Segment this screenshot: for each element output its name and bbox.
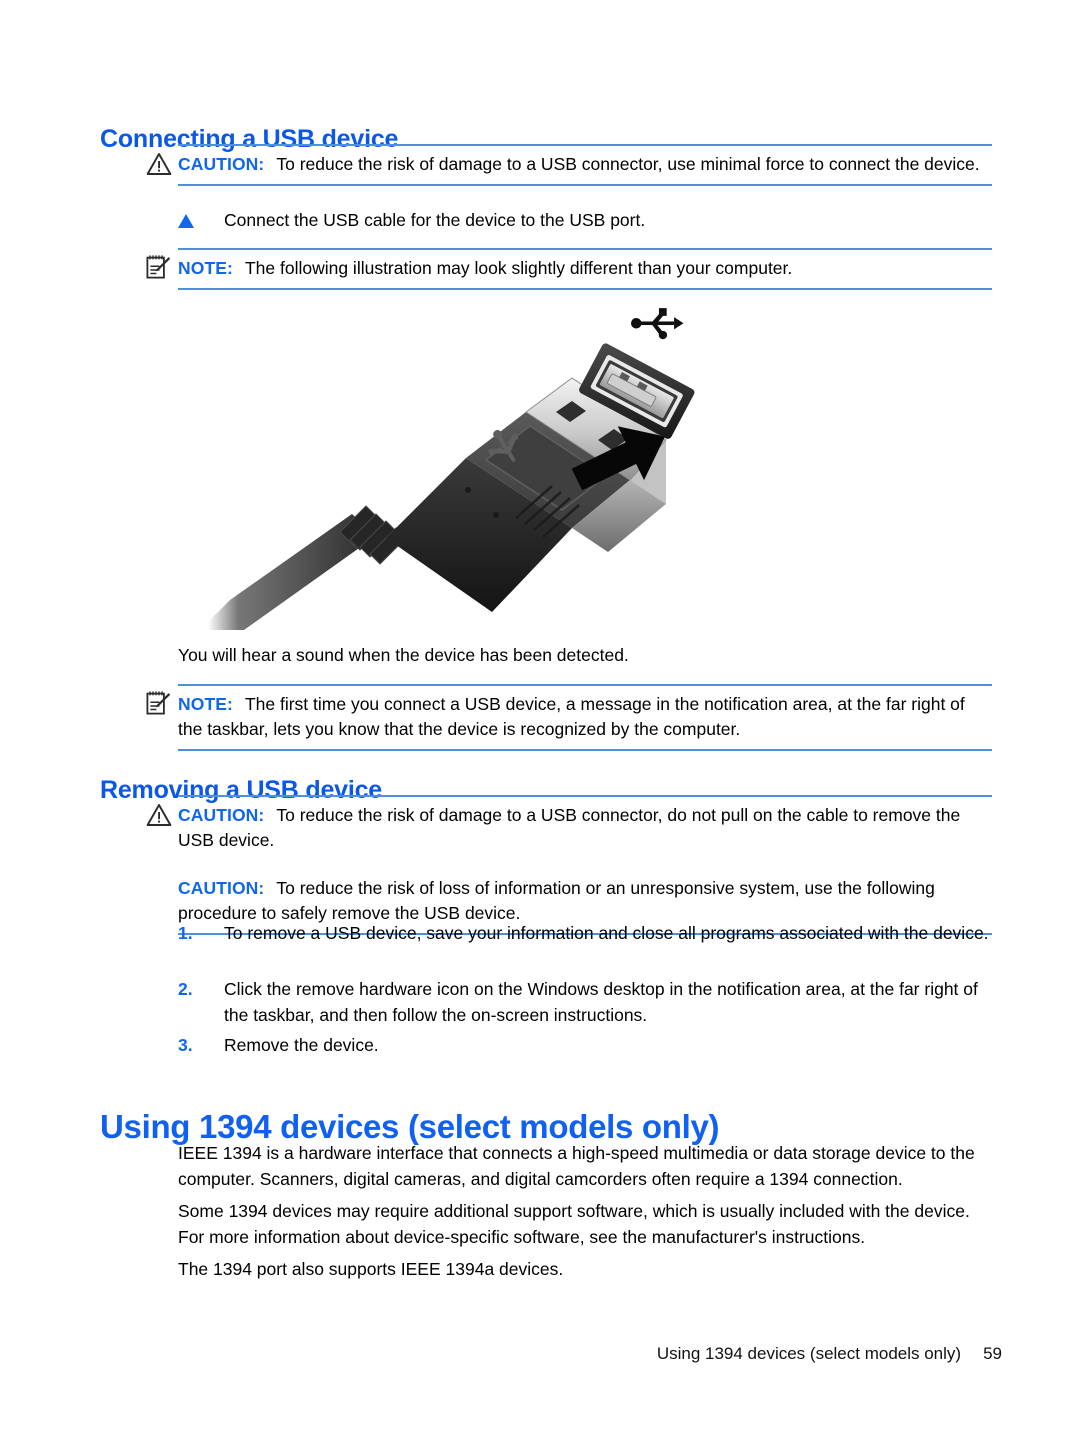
footer-page-number: 59	[983, 1344, 1002, 1363]
triangle-bullet-icon	[178, 214, 194, 228]
paragraph-1394-intro: IEEE 1394 is a hardware interface that c…	[178, 1143, 975, 1189]
list-item: 1. To remove a USB device, save your inf…	[178, 920, 996, 946]
list-number: 1.	[178, 923, 193, 943]
note-text-block: NOTE: The first time you connect a USB de…	[178, 692, 992, 742]
note-box-first-time-connect: NOTE: The first time you connect a USB de…	[146, 684, 992, 751]
note-pad-pencil-icon	[144, 690, 171, 715]
caution-box-removing: CAUTION: To reduce the risk of damage to …	[146, 795, 992, 935]
list-number: 3.	[178, 1035, 193, 1055]
warning-triangle-icon	[146, 152, 172, 176]
page-footer: Using 1394 devices (select models only) 5…	[0, 1344, 1080, 1364]
document-page: Connecting a USB device CAUTION: To reduc…	[0, 0, 1080, 1437]
note-box-illustration: NOTE: The following illustration may look…	[146, 248, 992, 290]
caution-body: To reduce the risk of damage to a USB co…	[276, 154, 980, 174]
note-keyword: NOTE:	[178, 694, 233, 714]
list-item: 2. Click the remove hardware icon on the…	[178, 976, 996, 1028]
usb-cable-and-port-illustration	[200, 300, 730, 630]
caution-body: To reduce the risk of damage to a USB co…	[178, 805, 961, 850]
caution-text-block-2: CAUTION: To reduce the risk of loss of in…	[178, 876, 992, 926]
note-body: The first time you connect a USB device,…	[178, 694, 965, 739]
step-text: Connect the USB cable for the device to …	[224, 210, 646, 230]
footer-title: Using 1394 devices (select models only)	[656, 1344, 962, 1363]
note-body: The following illustration may look slig…	[244, 258, 793, 278]
note-text-block: NOTE: The following illustration may look…	[178, 256, 992, 281]
list-number: 2.	[178, 979, 193, 999]
caution-text-block-1: CAUTION: To reduce the risk of damage to …	[178, 803, 992, 853]
step-connect-usb-cable: Connect the USB cable for the device to …	[178, 208, 878, 234]
caution-keyword: CAUTION:	[178, 805, 265, 825]
paragraph-1394-software: Some 1394 devices may require additional…	[178, 1201, 970, 1247]
caution-keyword: CAUTION:	[178, 878, 265, 898]
warning-triangle-icon	[146, 803, 172, 827]
list-item: 3. Remove the device.	[178, 1032, 996, 1058]
caution-keyword: CAUTION:	[178, 154, 265, 174]
list-text: To remove a USB device, save your inform…	[224, 923, 989, 943]
caution-body: To reduce the risk of loss of informatio…	[178, 878, 935, 923]
list-text: Click the remove hardware icon on the Wi…	[224, 979, 978, 1025]
list-text: Remove the device.	[224, 1035, 379, 1055]
after-figure-text: You will hear a sound when the device ha…	[178, 645, 629, 665]
usb-trident-icon	[631, 308, 684, 340]
note-pad-pencil-icon	[144, 254, 171, 279]
caution-box-connecting: CAUTION: To reduce the risk of damage to …	[146, 144, 992, 186]
caution-text-block: CAUTION: To reduce the risk of damage to …	[178, 152, 992, 177]
note-keyword: NOTE:	[178, 258, 233, 278]
paragraph-1394a-support: The 1394 port also supports IEEE 1394a d…	[178, 1259, 564, 1279]
